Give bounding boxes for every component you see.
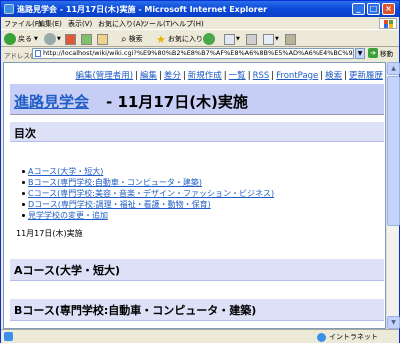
browser-window: 進路見学会 - 11月17日(木)実施 - Microsoft Internet… — [0, 0, 400, 343]
security-zone: イントラネット — [317, 332, 378, 342]
toc-item: Aコース(大学・短大) — [22, 166, 274, 177]
address-dropdown-button[interactable]: ▼ — [355, 48, 365, 59]
favorites-button[interactable]: ★ お気に入り — [156, 32, 203, 46]
page-done-icon — [4, 332, 13, 341]
history-button[interactable] — [203, 33, 215, 45]
favorites-label: お気に入り — [167, 35, 203, 43]
toc-item: Dコース(専門学校:調理・福祉・看護・動物・保育) — [22, 199, 274, 210]
menu-file[interactable]: ファイル(F) — [4, 19, 42, 29]
search-button[interactable]: ⌕ 検索 — [121, 33, 143, 45]
minimize-button[interactable]: _ — [352, 3, 365, 15]
stop-button[interactable] — [65, 33, 76, 45]
refresh-button[interactable] — [81, 33, 92, 45]
star-icon: ★ — [156, 32, 166, 46]
nav-edit-admin[interactable]: 編集(管理者用) — [75, 71, 133, 81]
menu-bar: ファイル(F) 編集(E) 表示(V) お気に入り(A) ツール(T) ヘルプ(… — [1, 17, 399, 29]
title-bar: 進路見学会 - 11月17日(木)実施 - Microsoft Internet… — [1, 1, 399, 17]
back-button[interactable]: 戻る ▼ — [4, 33, 38, 45]
toc-link-b[interactable]: Bコース(専門学校:自動車・コンピュータ・建築) — [28, 178, 202, 187]
home-button[interactable] — [97, 33, 108, 45]
nav-rss[interactable]: RSS — [253, 71, 270, 81]
scroll-up-button[interactable]: ▲ — [387, 62, 400, 75]
back-label: 戻る — [18, 35, 32, 43]
edit-icon — [263, 33, 274, 45]
page-title-link[interactable]: 進路見学会 — [14, 91, 89, 112]
intranet-icon — [317, 332, 326, 342]
page-title-box: 進路見学会 - 11月17日(木)実施 — [10, 84, 384, 115]
stop-icon — [65, 33, 76, 45]
menu-help[interactable]: ヘルプ(H) — [172, 19, 204, 29]
go-arrow-icon: ➔ — [368, 48, 378, 58]
go-button[interactable]: ➔ 移動 — [368, 48, 393, 58]
nav-search[interactable]: 検索 — [325, 71, 342, 81]
search-icon: ⌕ — [121, 33, 127, 45]
nav-history[interactable]: 更新履歴 — [349, 71, 383, 81]
section-a-heading-box: Aコース(大学・短大) — [10, 259, 384, 281]
toc-link-d[interactable]: Dコース(専門学校:調理・福祉・看護・動物・保育) — [28, 200, 211, 209]
toc-item: Bコース(専門学校:自動車・コンピュータ・建築) — [22, 177, 274, 188]
edit-button[interactable]: ▼ — [263, 33, 279, 45]
nav-new[interactable]: 新規作成 — [188, 71, 222, 81]
maximize-button[interactable]: □ — [367, 3, 380, 15]
toc-link-c[interactable]: Cコース(専門学校:美容・音楽・デザイン・ファッション・ビジネス) — [28, 189, 274, 198]
search-label: 検索 — [128, 35, 143, 43]
mail-button[interactable]: ▼ — [224, 33, 240, 45]
window-title: 進路見学会 - 11月17日(木)実施 - Microsoft Internet… — [17, 5, 268, 14]
back-arrow-icon — [4, 33, 16, 45]
menu-tools[interactable]: ツール(T) — [142, 19, 173, 29]
ie-icon — [4, 4, 14, 14]
section-b-heading-box: Bコース(専門学校:自動車・コンピュータ・建築) — [10, 299, 384, 321]
messenger-button[interactable] — [285, 33, 296, 45]
wiki-nav: 編集(管理者用) | 編集 | 差分 | 新規作成 | 一覧 | RSS | FrontPage | 検索 |… — [75, 71, 383, 81]
page-title: - 11月17日(木)実施 — [106, 93, 248, 111]
menu-edit[interactable]: 編集(E) — [38, 19, 62, 29]
section-b-heading: Bコース(専門学校:自動車・コンピュータ・建築) — [14, 304, 257, 317]
toc-link-a[interactable]: Aコース(大学・短大) — [28, 167, 103, 176]
nav-edit[interactable]: 編集 — [140, 71, 157, 81]
history-icon — [203, 33, 215, 45]
page-content: 編集(管理者用) | 編集 | 差分 | 新規作成 | 一覧 | RSS | FrontPage | 検索 |… — [3, 62, 386, 329]
refresh-icon — [81, 33, 92, 45]
print-button[interactable] — [246, 33, 257, 45]
address-input[interactable]: http://localhost/wiki/wiki.cgi?%E9%80%B2… — [32, 48, 354, 59]
nav-diff[interactable]: 差分 — [164, 71, 181, 81]
toc-heading: 目次 — [14, 127, 36, 140]
forward-button[interactable]: ▼ — [44, 33, 61, 45]
section-a-heading: Aコース(大学・短大) — [14, 264, 121, 277]
menu-view[interactable]: 表示(V) — [68, 19, 92, 29]
vertical-scrollbar[interactable]: ▲ ▼ — [386, 62, 400, 329]
menu-favorites[interactable]: お気に入り(A) — [98, 19, 143, 29]
windows-logo-icon — [379, 18, 397, 29]
toc-heading-box: 目次 — [10, 122, 384, 142]
toolbar: 戻る ▼ ▼ ⌕ 検索 ★ お気に入り ▼ ▼ — [1, 29, 399, 47]
home-icon — [97, 33, 108, 45]
toc-item: 見学学校の変更・追加 — [22, 210, 274, 221]
messenger-icon — [285, 33, 296, 45]
go-label: 移動 — [380, 50, 393, 58]
scroll-thumb[interactable] — [387, 76, 400, 226]
toc-link-change[interactable]: 見学学校の変更・追加 — [28, 211, 108, 220]
toc-item: Cコース(専門学校:美容・音楽・デザイン・ファッション・ビジネス) — [22, 188, 274, 199]
address-url: http://localhost/wiki/wiki.cgi?%E9%80%B2… — [43, 49, 354, 57]
close-button[interactable]: × — [382, 3, 395, 15]
mail-icon — [224, 33, 235, 45]
scroll-down-button[interactable]: ▼ — [387, 316, 400, 329]
nav-list[interactable]: 一覧 — [229, 71, 246, 81]
toc-list: Aコース(大学・短大) Bコース(専門学校:自動車・コンピュータ・建築) Cコー… — [22, 166, 274, 221]
zone-label: イントラネット — [329, 333, 378, 341]
address-bar: アドレス(D) http://localhost/wiki/wiki.cgi?%… — [1, 47, 399, 61]
forward-arrow-icon — [44, 33, 56, 45]
page-icon — [35, 50, 41, 57]
print-icon — [246, 33, 257, 45]
nav-frontpage[interactable]: FrontPage — [276, 71, 318, 81]
status-bar: イントラネット — [1, 329, 399, 343]
date-text: 11月17日(木)実施 — [16, 229, 83, 238]
